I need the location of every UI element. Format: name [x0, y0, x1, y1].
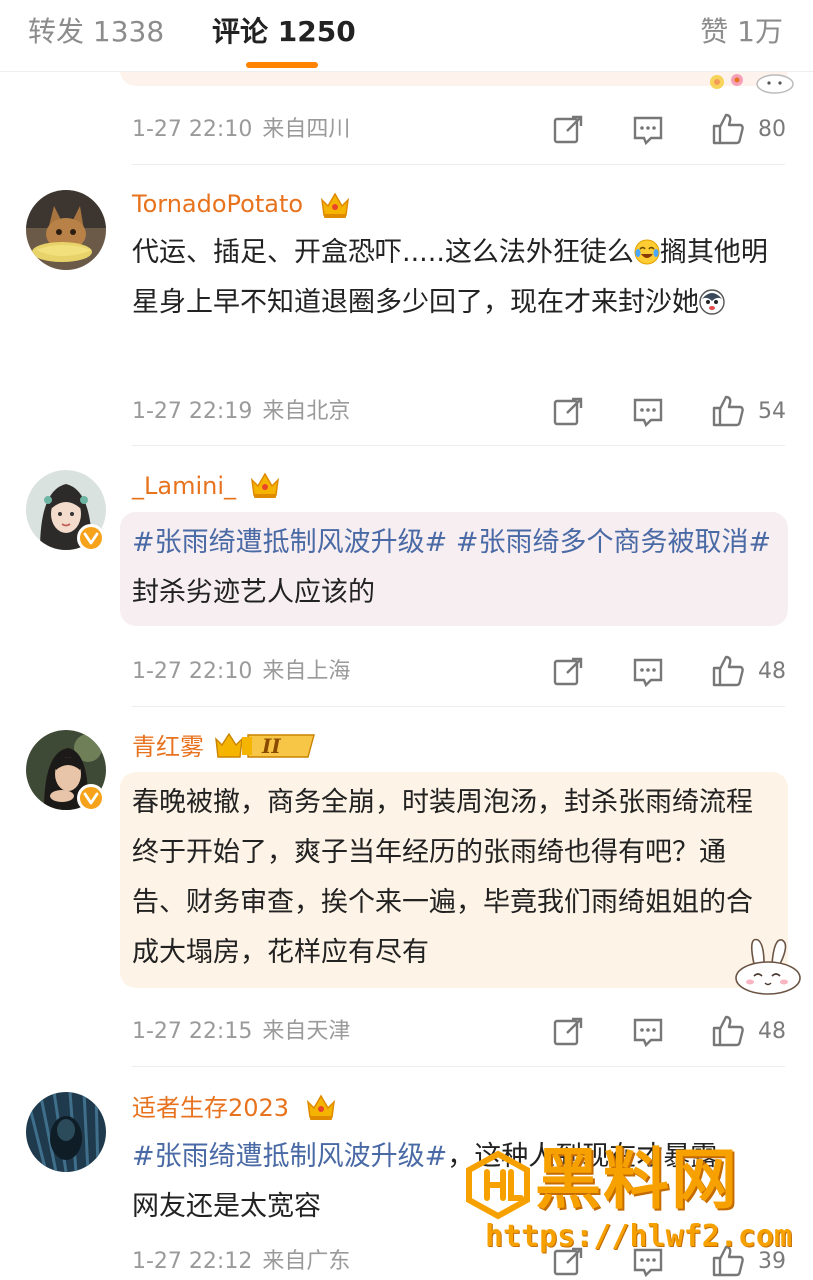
comment-text: 春晚被撤，商务全崩，时装周泡汤，封杀张雨绮流程终于开始了，爽子当年经历的张雨绮也…: [132, 787, 753, 968]
comment-icon[interactable]: [630, 1014, 666, 1050]
member-level-badge: II: [214, 731, 320, 761]
like-count: 54: [758, 399, 786, 424]
comment-divider: [132, 445, 785, 446]
comment-text: #张雨绮遭抵制风波升级# #张雨绮多个商务被取消# 封杀劣迹艺人应该的: [132, 518, 782, 618]
like-count: 48: [758, 659, 786, 684]
comment-icon[interactable]: [630, 112, 666, 148]
like-count: 48: [758, 1019, 786, 1044]
like-icon[interactable]: [710, 1012, 746, 1048]
share-icon[interactable]: [550, 1244, 586, 1280]
avatar[interactable]: [26, 190, 106, 270]
comment-tabs: 转发 1338 评论 1250 赞 1万: [0, 0, 813, 72]
tab-reposts[interactable]: 转发 1338: [28, 12, 164, 52]
tab-likes[interactable]: 赞 1万: [700, 12, 783, 52]
hashtag-link[interactable]: #张雨绮遭抵制风波升级#: [132, 1141, 447, 1172]
comment-location: 来自北京: [262, 399, 351, 424]
husky-emoji-icon: [699, 289, 725, 315]
comment-icon[interactable]: [630, 394, 666, 430]
comment-text: 代运、插足、开盒恐吓.....这么法外狂徒么 搁其他明星身上早不知道退圈多少回了，…: [132, 228, 782, 328]
like-icon[interactable]: [710, 110, 746, 146]
avatar[interactable]: [26, 1092, 106, 1172]
comment-username[interactable]: 适者生存2023: [132, 1092, 289, 1124]
comment-meta: 1-27 22:10 来自上海: [132, 656, 350, 688]
comment-divider: [132, 164, 785, 165]
comment-text: #张雨绮遭抵制风波升级#，这种人到现在才暴露网友还是太宽容: [132, 1132, 782, 1232]
comment-location: 来自四川: [262, 117, 351, 142]
like-count: 80: [758, 117, 786, 142]
laugh-cry-emoji-icon: [634, 239, 660, 265]
comment-time: 1-27 22:19: [132, 399, 253, 424]
verified-icon: [77, 524, 105, 552]
comment-divider: [132, 1066, 785, 1067]
comment-time: 1-27 22:10: [132, 117, 253, 142]
comment-username[interactable]: 青红雾: [132, 731, 204, 763]
share-icon[interactable]: [550, 1014, 586, 1050]
comment-time: 1-27 22:15: [132, 1019, 253, 1044]
comment-location: 来自天津: [262, 1019, 351, 1044]
share-icon[interactable]: [550, 394, 586, 430]
comment-meta: 1-27 22:15 来自天津: [132, 1016, 350, 1048]
comment-text-part: 网友还是太宽容: [132, 1191, 321, 1222]
comment-username[interactable]: TornadoPotato: [132, 188, 303, 220]
comment-text-part: 代运、插足、开盒恐吓.....这么法外狂徒么: [132, 237, 634, 268]
comment-icon[interactable]: [630, 1244, 666, 1280]
hashtag-link[interactable]: #张雨绮遭抵制风波升级#: [132, 527, 447, 558]
comment-location: 来自广东: [262, 1249, 351, 1274]
like-icon[interactable]: [710, 392, 746, 428]
verified-icon: [77, 784, 105, 812]
comment-text-part: ，这种人到现在才暴露: [447, 1141, 718, 1172]
like-icon[interactable]: [710, 652, 746, 688]
comment-time: 1-27 22:10: [132, 659, 253, 684]
like-count: 39: [758, 1249, 786, 1274]
comment-location: 来自上海: [262, 659, 351, 684]
comment-username[interactable]: _Lamini_: [132, 470, 236, 502]
comment-divider: [132, 706, 785, 707]
crown-icon: [248, 468, 282, 500]
member-level: II: [262, 734, 281, 758]
share-icon[interactable]: [550, 112, 586, 148]
comment-time: 1-27 22:12: [132, 1249, 253, 1274]
flower-sticker: [710, 74, 794, 94]
comment-meta: 1-27 22:10 来自四川: [132, 114, 350, 146]
crown-icon: [304, 1090, 338, 1122]
share-icon[interactable]: [550, 654, 586, 690]
comment-icon[interactable]: [630, 654, 666, 690]
crown-icon: [318, 188, 352, 220]
comment-text-part: 封杀劣迹艺人应该的: [132, 577, 375, 608]
comment-meta: 1-27 22:12 来自广东: [132, 1246, 350, 1278]
comment-meta: 1-27 22:19 来自北京: [132, 396, 350, 428]
tab-comments[interactable]: 评论 1250: [212, 12, 356, 52]
like-icon[interactable]: [710, 1242, 746, 1278]
hashtag-link[interactable]: #张雨绮多个商务被取消#: [456, 527, 771, 558]
active-tab-indicator: [246, 62, 318, 68]
